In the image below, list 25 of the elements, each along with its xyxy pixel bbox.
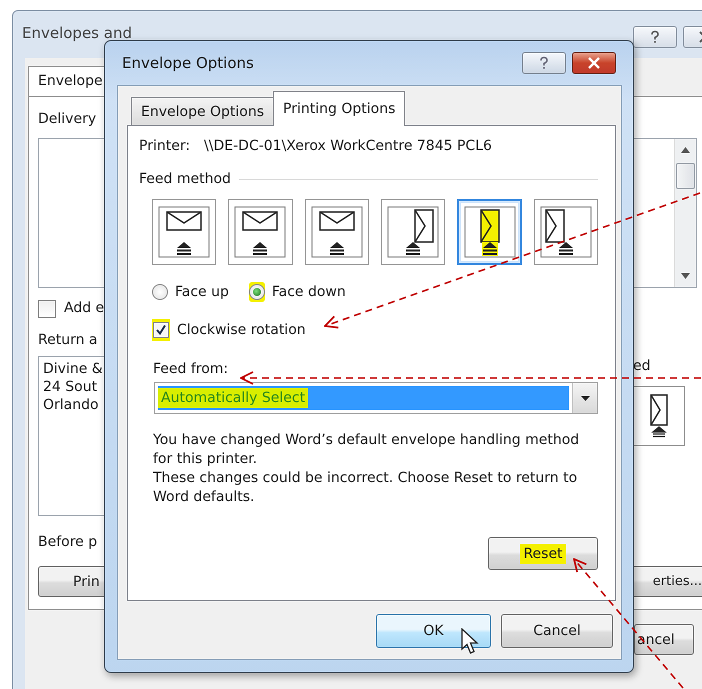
ok-button[interactable]: OK [376, 614, 491, 648]
group-label: Feed method [139, 171, 231, 187]
field-label: Before p [38, 534, 98, 550]
message-text: You have changed Word’s default envelope handling method for this printer. [153, 431, 580, 469]
selected-value: Automatically Select [158, 388, 308, 408]
checkbox-label: Add e [64, 300, 104, 316]
tab[interactable]: Envelope Options [131, 97, 274, 125]
address-line: 24 Sout [43, 379, 98, 395]
printer-label: Printer: [139, 138, 190, 154]
tab[interactable]: Printing Options [273, 91, 406, 126]
cancel-button[interactable]: Cancel [501, 614, 613, 648]
field-label: Return a [38, 332, 98, 348]
window-title: Envelopes and [22, 24, 132, 42]
reset-button[interactable]: Reset [488, 537, 598, 570]
cancel-button[interactable]: ancel [634, 624, 694, 655]
radio-label: Face down [272, 284, 346, 300]
field-label: Delivery [38, 111, 96, 127]
address-line: Orlando [43, 397, 99, 413]
address-line: Divine & [43, 361, 103, 377]
message-text: These changes could be incorrect. Choose Reset to return to Word defaults. [153, 469, 578, 507]
radio-label: Face up [175, 284, 229, 300]
field-label: Feed from: [152, 361, 228, 377]
checkbox-label: Clockwise rotation [177, 322, 306, 338]
printer-name: \\DE-DC-01\Xerox WorkCentre 7845 PCL6 [204, 138, 492, 154]
preview-label: ed [633, 358, 650, 374]
